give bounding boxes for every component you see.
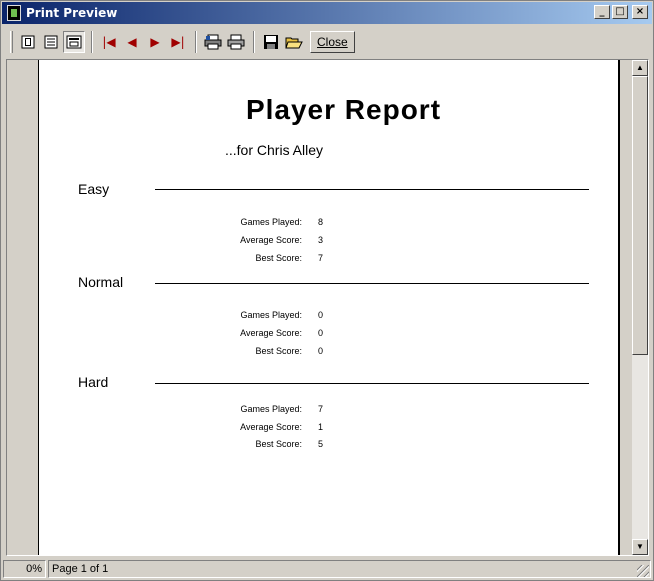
window-title: Print Preview: [26, 6, 118, 20]
last-page-icon: ▶|: [171, 35, 185, 49]
stat-row: Average Score: 0: [189, 328, 389, 338]
stat-row: Best Score: 7: [189, 253, 389, 263]
stat-value: 7: [318, 404, 324, 414]
close-window-button[interactable]: ×: [632, 5, 648, 19]
stat-row: Best Score: 5: [189, 439, 389, 449]
stat-label: Games Played:: [240, 310, 302, 320]
maximize-button[interactable]: □: [612, 5, 628, 19]
section-divider: [155, 189, 589, 190]
stat-label: Average Score:: [240, 235, 302, 245]
minimize-button[interactable]: _: [594, 5, 610, 19]
stat-value: 0: [318, 346, 324, 356]
report-subtitle: ...for Chris Alley: [225, 142, 324, 158]
vertical-scrollbar[interactable]: ▲ ▼: [631, 60, 648, 555]
stat-value: 1: [318, 422, 324, 432]
arrow-up-icon: ▲: [636, 63, 644, 72]
title-buttons: _ □ ×: [594, 5, 648, 19]
open-button[interactable]: [283, 31, 305, 53]
next-page-icon: ▶: [150, 35, 160, 49]
toolbar-separator: [253, 31, 255, 53]
section-divider: [155, 283, 589, 284]
next-page-button[interactable]: ▶: [144, 31, 166, 53]
print-icon: [227, 34, 245, 50]
stat-value: 5: [318, 439, 324, 449]
toolbar: |◀ ◀ ▶ ▶| Close: [6, 27, 648, 57]
report-page: Player Report ...for Chris Alley Easy Ga…: [38, 60, 620, 555]
zoom-icon: [66, 35, 82, 49]
resize-grip[interactable]: [637, 565, 649, 577]
print-preview-window: Print Preview _ □ × |◀ ◀ ▶ ▶| Close Play…: [0, 0, 654, 581]
print-button[interactable]: [225, 31, 247, 53]
stat-value: 0: [318, 328, 324, 338]
stat-row: Games Played: 8: [189, 217, 389, 227]
close-button[interactable]: Close: [310, 31, 355, 53]
stat-label: Best Score:: [255, 439, 302, 449]
section-label-hard: Hard: [78, 374, 109, 390]
print-setup-button[interactable]: [202, 31, 224, 53]
stat-label: Average Score:: [240, 328, 302, 338]
section-label-easy: Easy: [78, 181, 110, 197]
progress-pane: 0%: [3, 560, 46, 578]
print-setup-icon: [204, 34, 222, 50]
stat-value: 3: [318, 235, 324, 245]
stat-row: Games Played: 0: [189, 310, 389, 320]
toolbar-separator: [91, 31, 93, 53]
stat-row: Games Played: 7: [189, 404, 389, 414]
one-page-icon: [21, 35, 35, 49]
save-icon: [264, 35, 278, 49]
toolbar-separator: [195, 31, 197, 53]
first-page-button[interactable]: |◀: [98, 31, 120, 53]
stat-label: Best Score:: [255, 253, 302, 263]
status-bar: 0% Page 1 of 1: [3, 559, 651, 579]
preview-area[interactable]: Player Report ...for Chris Alley Easy Ga…: [6, 59, 649, 556]
section-divider: [155, 383, 589, 384]
app-icon: [7, 5, 21, 21]
last-page-button[interactable]: ▶|: [167, 31, 189, 53]
prev-page-button[interactable]: ◀: [121, 31, 143, 53]
zoom-button[interactable]: [63, 31, 85, 53]
multi-page-icon: [44, 35, 58, 49]
stat-label: Games Played:: [240, 217, 302, 227]
stat-label: Best Score:: [255, 346, 302, 356]
stat-value: 0: [318, 310, 324, 320]
scroll-down-button[interactable]: ▼: [632, 539, 648, 555]
multi-page-button[interactable]: [40, 31, 62, 53]
open-icon: [285, 37, 303, 49]
stat-label: Average Score:: [240, 422, 302, 432]
stat-value: 8: [318, 217, 324, 227]
save-button[interactable]: [260, 31, 282, 53]
section-label-normal: Normal: [78, 274, 124, 290]
page-info-pane: Page 1 of 1: [48, 560, 651, 578]
title-bar[interactable]: Print Preview _ □ ×: [2, 2, 652, 24]
stat-value: 7: [318, 253, 324, 263]
report-title: Player Report: [245, 94, 442, 125]
scroll-thumb[interactable]: [632, 76, 648, 355]
stat-row: Average Score: 1: [189, 422, 389, 432]
one-page-button[interactable]: [17, 31, 39, 53]
stat-row: Best Score: 0: [189, 346, 389, 356]
toolbar-grip: [10, 31, 13, 53]
arrow-down-icon: ▼: [636, 542, 644, 551]
prev-page-icon: ◀: [127, 35, 137, 49]
stat-label: Games Played:: [240, 404, 302, 414]
scroll-up-button[interactable]: ▲: [632, 60, 648, 76]
stat-row: Average Score: 3: [189, 235, 389, 245]
first-page-icon: |◀: [102, 35, 116, 49]
